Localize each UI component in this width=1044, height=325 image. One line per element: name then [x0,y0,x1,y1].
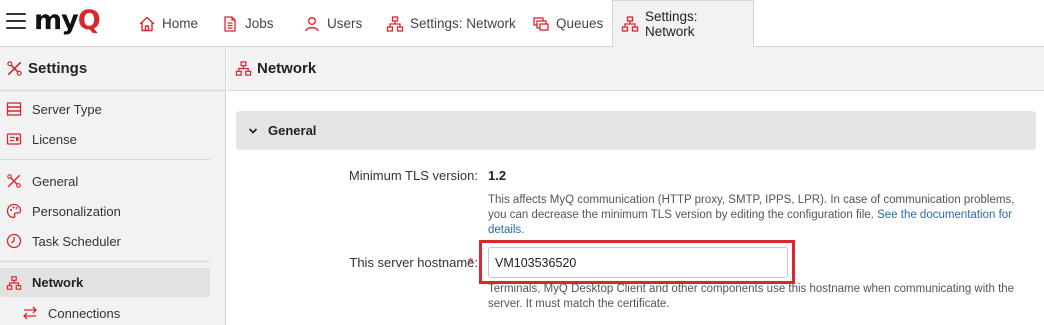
home-icon [138,15,156,33]
sidebar-divider [0,159,210,160]
settings-sidebar: Settings Server Type License General Per… [0,47,226,325]
sidebar-title: Settings [28,60,88,77]
hostname-input[interactable]: VM103536520 [488,247,788,278]
hostname-label: This server hostname: [349,255,478,270]
tools-icon [6,173,22,189]
main-header: Network [227,47,1044,91]
network-icon [386,15,404,33]
document-icon [221,15,239,33]
hamburger-menu-icon[interactable] [6,13,26,29]
tab-queues[interactable]: Queues [526,0,609,47]
general-section-toggle[interactable]: General [236,111,1036,150]
required-indicator: * [468,254,474,270]
myq-logo[interactable]: myQ [34,5,101,36]
tab-settings-network[interactable]: Settings: Network [380,0,522,47]
tools-icon [6,60,23,77]
sidebar-divider [0,261,210,262]
top-bar: myQ Home Jobs Users Settings: Network Qu… [0,0,1044,48]
clock-icon [6,233,22,249]
tab-settings-network-active[interactable]: Settings: Network [612,0,754,48]
sidebar-item-license[interactable]: License [0,125,210,153]
arrows-icon [22,305,38,321]
network-icon [235,60,252,77]
queues-icon [532,15,550,33]
chevron-down-icon [248,126,258,136]
sidebar-item-connections[interactable]: Connections [0,299,210,325]
sidebar-item-network[interactable]: Network [0,268,210,297]
user-icon [303,15,321,33]
tls-help-text: This affects MyQ communication (HTTP pro… [488,194,1015,236]
network-icon [6,275,22,291]
section-title: General [268,123,317,138]
page-title: Network [257,60,317,77]
tls-version-value: 1.2 [488,168,507,183]
sidebar-item-task-scheduler[interactable]: Task Scheduler [0,227,210,255]
palette-icon [6,203,22,219]
hostname-help-text: Terminals, MyQ Desktop Client and other … [488,283,1015,310]
network-icon [621,15,639,33]
license-icon [6,131,22,147]
tab-home[interactable]: Home [132,0,204,47]
server-icon [6,101,22,117]
sidebar-item-server-type[interactable]: Server Type [0,95,210,123]
tls-version-label: Minimum TLS version: [348,168,478,183]
sidebar-item-general[interactable]: General [0,167,210,195]
tab-jobs[interactable]: Jobs [215,0,280,47]
sidebar-item-personalization[interactable]: Personalization [0,197,210,225]
sidebar-header: Settings [0,47,225,91]
tab-users[interactable]: Users [297,0,368,47]
